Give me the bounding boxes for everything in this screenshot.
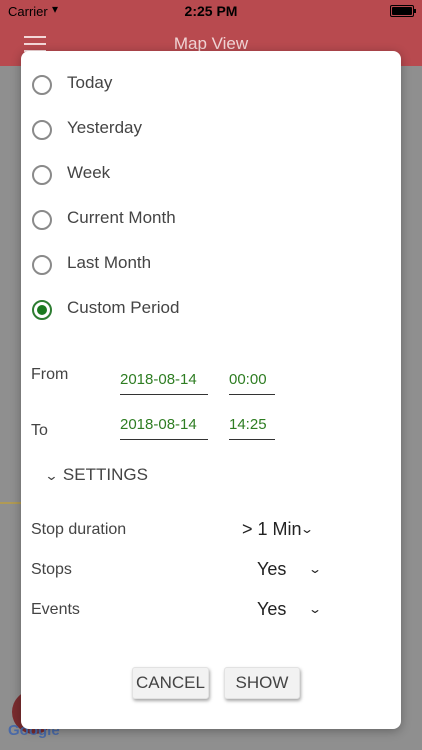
- to-date-field[interactable]: 2018-08-14: [120, 416, 208, 440]
- events-select[interactable]: Yes: [257, 599, 286, 620]
- radio-button[interactable]: [32, 255, 52, 275]
- radio-label: Today: [67, 73, 113, 92]
- radio-option-last-month[interactable]: Last Month: [32, 251, 372, 281]
- events-label: Events: [31, 601, 80, 618]
- clock: 2:25 PM: [184, 3, 238, 19]
- stops-label: Stops: [31, 561, 72, 578]
- radio-button-checked[interactable]: [32, 300, 52, 320]
- radio-option-week[interactable]: Week: [32, 161, 372, 191]
- radio-button[interactable]: [32, 75, 52, 95]
- chevron-down-icon[interactable]: ⌄: [300, 522, 314, 536]
- radio-option-today[interactable]: Today: [32, 71, 372, 101]
- radio-label: Custom Period: [67, 298, 180, 317]
- radio-option-custom-period[interactable]: Custom Period: [32, 296, 372, 326]
- radio-label: Last Month: [67, 253, 152, 272]
- to-label: To: [31, 422, 48, 439]
- settings-toggle[interactable]: ⌄ SETTINGS: [44, 465, 148, 485]
- stops-select[interactable]: Yes: [257, 559, 286, 580]
- period-dialog: Today Yesterday Week Current Month Last …: [21, 51, 401, 729]
- radio-label: Current Month: [67, 208, 176, 227]
- settings-label: SETTINGS: [62, 465, 148, 484]
- radio-option-yesterday[interactable]: Yesterday: [32, 116, 372, 146]
- cancel-button[interactable]: CANCEL: [132, 667, 209, 699]
- from-date-field[interactable]: 2018-08-14: [120, 371, 208, 395]
- radio-option-current-month[interactable]: Current Month: [32, 206, 372, 236]
- radio-button[interactable]: [32, 210, 52, 230]
- radio-label: Yesterday: [67, 118, 142, 137]
- show-button[interactable]: SHOW: [224, 667, 300, 699]
- chevron-down-icon: ⌄: [44, 468, 59, 483]
- radio-button[interactable]: [32, 120, 52, 140]
- to-time-field[interactable]: 14:25: [229, 416, 275, 440]
- chevron-down-icon[interactable]: ⌄: [308, 562, 322, 576]
- stop-duration-select[interactable]: > 1 Min: [242, 519, 302, 540]
- stop-duration-label: Stop duration: [31, 521, 127, 538]
- radio-label: Week: [67, 163, 111, 182]
- from-time-field[interactable]: 00:00: [229, 371, 275, 395]
- from-label: From: [31, 366, 69, 383]
- battery-icon: [390, 5, 416, 17]
- status-bar: Carrier ▾ 2:25 PM: [0, 0, 422, 22]
- radio-button[interactable]: [32, 165, 52, 185]
- chevron-down-icon[interactable]: ⌄: [308, 602, 322, 616]
